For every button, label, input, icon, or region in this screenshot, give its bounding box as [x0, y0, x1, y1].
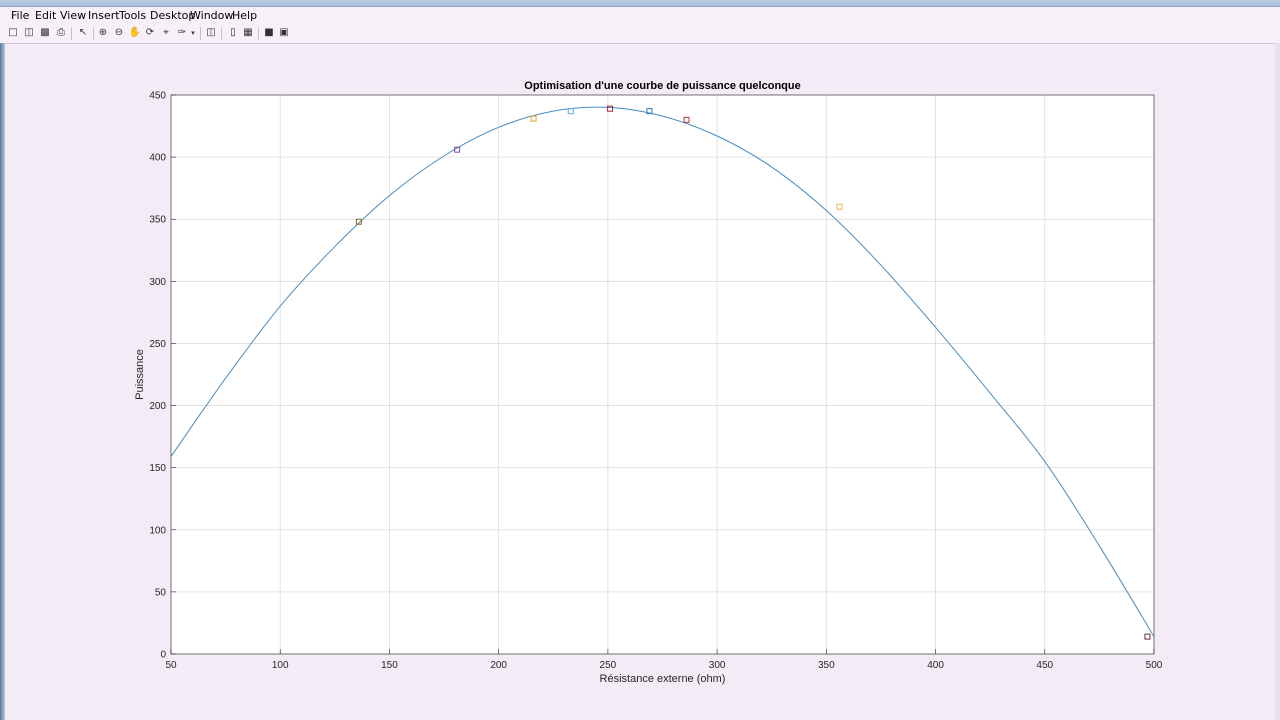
x-tick-label: 250	[600, 660, 617, 671]
y-tick-label: 200	[149, 401, 166, 412]
brush-icon[interactable]: ✑	[175, 26, 189, 40]
y-tick-label: 100	[149, 525, 166, 536]
menu-view[interactable]: View	[60, 9, 86, 22]
menu-window[interactable]: Window	[190, 9, 233, 22]
chart-title: Optimisation d'une courbe de puissance q…	[524, 80, 800, 92]
data-cursor-icon[interactable]: ⌖	[159, 26, 173, 40]
y-tick-label: 0	[160, 650, 166, 661]
menu-bar: File Edit View Insert Tools Desktop Wind…	[0, 7, 1280, 25]
toolbar-separator	[200, 27, 201, 40]
x-tick-label: 200	[490, 660, 507, 671]
y-tick-label: 150	[149, 463, 166, 474]
link-plot-icon[interactable]: ◫	[204, 26, 218, 40]
pan-icon[interactable]: ✋	[128, 26, 142, 40]
zoom-in-icon[interactable]: ⊕	[96, 26, 110, 40]
x-tick-label: 150	[381, 660, 398, 671]
menu-insert[interactable]: Insert	[88, 9, 120, 22]
toolbar-separator	[221, 27, 222, 40]
menu-desktop[interactable]: Desktop	[150, 9, 195, 22]
y-tick-label: 50	[155, 587, 167, 598]
zoom-out-icon[interactable]: ⊖	[112, 26, 126, 40]
y-axis-label: Puissance	[134, 349, 146, 400]
x-axis-label: Résistance externe (ohm)	[600, 673, 726, 685]
x-tick-label: 50	[165, 660, 177, 671]
menu-edit[interactable]: Edit	[35, 9, 56, 22]
show-plot-tools-icon[interactable]: ▣	[277, 26, 291, 40]
figure-canvas: 50 100 150 200 250 300 350 400 450 500 0 50 100 150 20…	[5, 44, 1275, 720]
x-tick-label: 100	[272, 660, 289, 671]
colorbar-icon[interactable]: ▯	[226, 26, 240, 40]
y-tick-label: 400	[149, 153, 166, 164]
menu-help[interactable]: Help	[232, 9, 257, 22]
chevron-down-icon[interactable]: ▾	[189, 26, 197, 40]
x-tick-label: 500	[1146, 660, 1163, 671]
y-tick-label: 450	[149, 91, 166, 102]
x-tick-label: 350	[818, 660, 835, 671]
plot-svg: 50 100 150 200 250 300 350 400 450 50005010015020…	[134, 80, 1163, 685]
open-file-icon[interactable]: ◫	[22, 26, 36, 40]
axes-background	[171, 95, 1154, 654]
x-tick-label: 450	[1036, 660, 1053, 671]
pointer-icon[interactable]: ↖	[76, 26, 90, 40]
figure-toolbar: □ ◫ ▩ ⎙ ↖ ⊕ ⊖ ✋ ⟳ ⌖ ✑ ▾ ◫ ▯ ▦ ■ ▣	[0, 24, 1280, 44]
toolbar-separator	[71, 27, 72, 40]
y-tick-label: 350	[149, 215, 166, 226]
y-tick-label: 300	[149, 277, 166, 288]
hide-plot-tools-icon[interactable]: ■	[262, 26, 276, 40]
legend-icon[interactable]: ▦	[241, 26, 255, 40]
toolbar-separator	[258, 27, 259, 40]
window-titlebar	[0, 0, 1280, 7]
print-icon[interactable]: ⎙	[54, 26, 68, 40]
new-figure-icon[interactable]: □	[6, 26, 20, 40]
toolbar-separator	[93, 27, 94, 40]
save-icon[interactable]: ▩	[38, 26, 52, 40]
menu-tools[interactable]: Tools	[119, 9, 146, 22]
y-tick-label: 250	[149, 339, 166, 350]
x-tick-label: 300	[709, 660, 726, 671]
menu-file[interactable]: File	[11, 9, 29, 22]
rotate-icon[interactable]: ⟳	[143, 26, 157, 40]
x-tick-label: 400	[927, 660, 944, 671]
